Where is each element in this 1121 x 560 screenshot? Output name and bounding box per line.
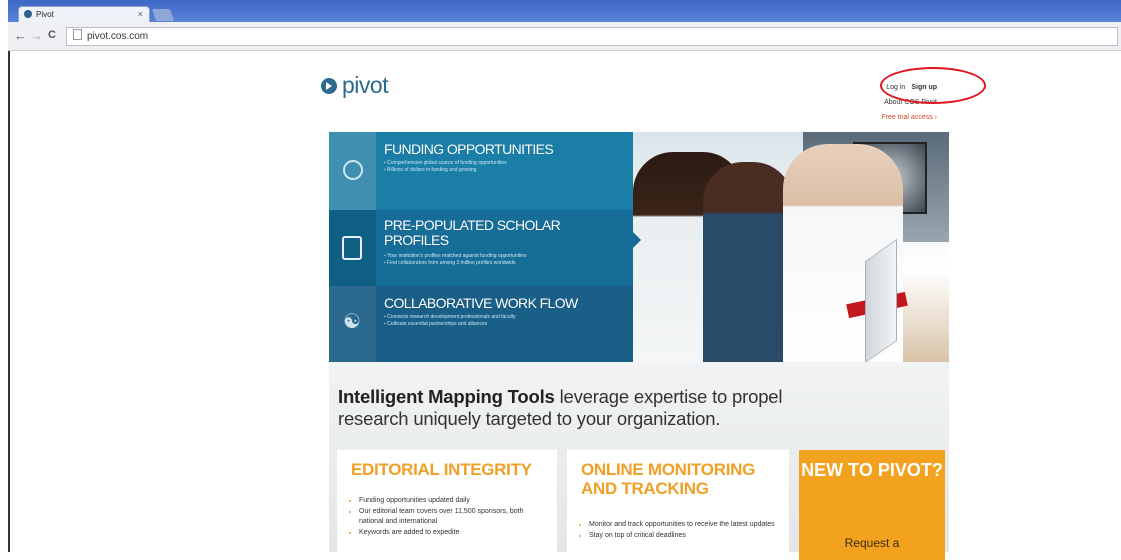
reload-icon[interactable]: C (48, 29, 56, 42)
logo-text: pivot (342, 72, 389, 98)
card-item: Monitor and track opportunities to recei… (589, 520, 775, 530)
new-to-pivot-title: NEW TO PIVOT? (801, 460, 943, 480)
forward-icon[interactable]: → (30, 29, 43, 42)
panel-bullet: Cultivate essential partnerships and all… (384, 321, 516, 328)
panel-workflow[interactable]: ☯ COLLABORATIVE WORK FLOW Connects resea… (329, 286, 633, 362)
panel-bullet: Connects research development profession… (384, 314, 515, 321)
panel-profiles[interactable]: PRE-POPULATED SCHOLAR PROFILES Your inst… (329, 210, 633, 286)
annotation-circle (880, 67, 986, 104)
pivot-logo-icon (321, 78, 337, 94)
new-to-pivot-box[interactable]: NEW TO PIVOT? Request a (799, 450, 945, 560)
tab-title: Pivot (36, 10, 54, 19)
intro-section: Intelligent Mapping Tools leverage exper… (329, 362, 949, 560)
panel-pointer (633, 232, 641, 248)
people-icon: ☯ (343, 311, 361, 333)
browser-tab-strip: Pivot × (8, 0, 1121, 23)
hero-photo (633, 132, 949, 362)
editorial-card: EDITORIAL INTEGRITY Funding opportunitie… (337, 450, 557, 560)
address-bar[interactable]: pivot.cos.com (66, 27, 1118, 46)
panel-title: PRE-POPULATED SCHOLAR PROFILES (384, 217, 561, 248)
card-item: Stay on top of critical deadlines (589, 531, 775, 541)
new-tab-button[interactable] (151, 9, 175, 21)
photo-laptop (865, 238, 897, 362)
browser-tab[interactable]: Pivot × (18, 6, 150, 23)
feature-panels: FUNDING OPPORTUNITIES Comprehensive glob… (329, 132, 633, 362)
panel-bullet: Comprehensive global source of funding o… (384, 160, 507, 167)
card-item: Our editorial team covers over 11,500 sp… (359, 507, 545, 527)
back-icon[interactable]: ← (14, 29, 27, 42)
card-title: EDITORIAL INTEGRITY (351, 460, 532, 479)
request-trial-link[interactable]: Request a (799, 536, 945, 550)
favicon-icon (24, 10, 32, 18)
url-text: pivot.cos.com (87, 31, 149, 42)
card-title: ONLINE MONITORING AND TRACKING (581, 460, 756, 498)
free-trial-link[interactable]: Free trial access › (881, 114, 937, 121)
page-icon (73, 29, 82, 40)
panel-bullet: Billions of dollars in funding and growi… (384, 167, 507, 174)
card-item: Funding opportunities updated daily (359, 496, 545, 506)
photo-person-2 (703, 162, 793, 362)
hero-banner: FUNDING OPPORTUNITIES Comprehensive glob… (329, 132, 949, 362)
panel-title: FUNDING OPPORTUNITIES (384, 141, 554, 157)
intro-text: Intelligent Mapping Tools leverage exper… (338, 386, 783, 429)
globe-icon (343, 160, 363, 180)
panel-title: COLLABORATIVE WORK FLOW (384, 295, 578, 311)
browser-toolbar: ← → C pivot.cos.com (8, 22, 1121, 51)
profile-icon (342, 236, 362, 260)
panel-bullet: Find collaborators from among 3 million … (384, 260, 527, 267)
card-item: Keywords are added to expedite (359, 528, 545, 538)
panel-bullet: Your institution's profiles matched agai… (384, 253, 526, 260)
window-left-edge (0, 0, 10, 552)
pivot-logo[interactable]: pivot (321, 72, 389, 99)
tab-close-icon[interactable]: × (138, 9, 143, 19)
monitoring-card: ONLINE MONITORING AND TRACKING Monitor a… (567, 450, 789, 560)
panel-funding[interactable]: FUNDING OPPORTUNITIES Comprehensive glob… (329, 132, 633, 210)
